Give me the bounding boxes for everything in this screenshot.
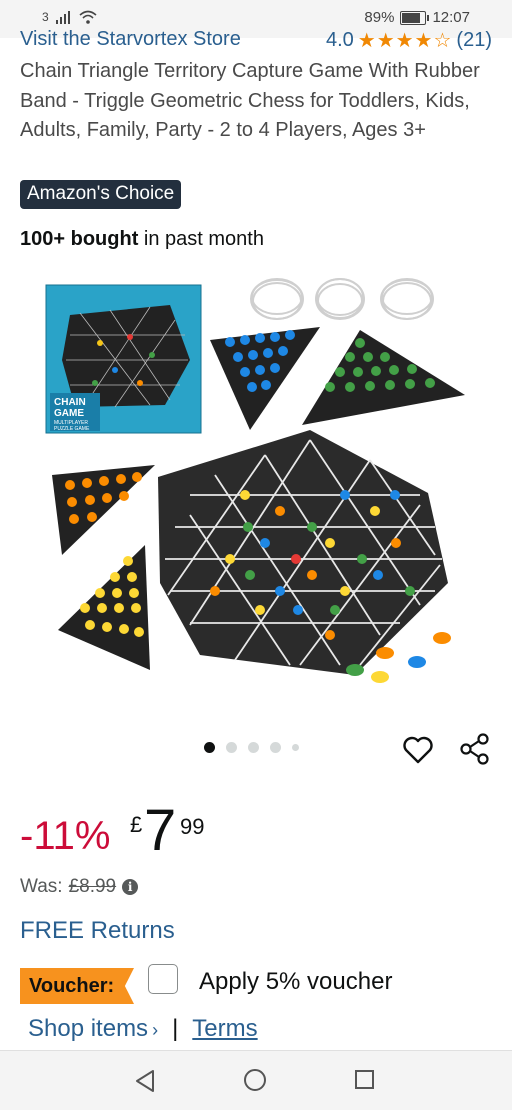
chevron-right-icon: › — [152, 1020, 159, 1040]
price-fraction: 99 — [180, 814, 205, 839]
wishlist-heart-icon[interactable] — [402, 734, 434, 766]
shop-items-link[interactable]: Shop items › — [28, 1015, 158, 1043]
signal-icon — [55, 11, 70, 24]
rating-value: 4.0 — [325, 30, 354, 50]
box-label-4: PUZZLE GAME — [54, 426, 90, 432]
share-icon[interactable] — [458, 732, 492, 766]
pagination-dot-4[interactable] — [270, 742, 281, 753]
carrier-label: 3 — [42, 10, 49, 24]
shop-items-label: Shop items — [28, 1015, 149, 1042]
pagination-dot-2[interactable] — [226, 742, 237, 753]
voucher-tag: Voucher: — [20, 968, 134, 1004]
box-label-2: GAME — [54, 408, 84, 419]
star-rating-icon: ★★★★☆ — [357, 30, 453, 50]
terms-link[interactable]: Terms — [192, 1015, 257, 1043]
was-label: Was: — [20, 876, 63, 897]
wifi-icon — [79, 10, 97, 24]
product-title: Chain Triangle Territory Capture Game Wi… — [20, 60, 480, 141]
link-separator: | — [172, 1015, 179, 1042]
rating-count: (21) — [456, 30, 492, 50]
battery-percent: 89% — [364, 9, 395, 26]
bought-count: 100+ bought in past month — [20, 228, 264, 251]
bought-count-rest: in past month — [138, 228, 264, 250]
price-currency: £ — [130, 812, 143, 837]
home-icon[interactable] — [244, 1069, 266, 1091]
clock: 12:07 — [432, 9, 470, 26]
info-icon[interactable]: i — [122, 879, 139, 895]
pagination-dot-3[interactable] — [248, 742, 259, 753]
rubber-bands — [250, 278, 434, 320]
price-block: -11% £ 7 99 — [20, 800, 490, 870]
battery-icon — [400, 10, 430, 25]
green-pieces-tray — [302, 330, 465, 425]
game-board — [158, 430, 448, 675]
back-icon[interactable] — [134, 1069, 156, 1093]
recent-apps-icon[interactable] — [355, 1070, 374, 1089]
store-rating-row: Visit the Starvortex Store 4.0 ★★★★☆ (21… — [20, 30, 492, 50]
price-whole: 7 — [144, 798, 177, 863]
product-image[interactable]: CHAIN GAME MULTIPLAYER PUZZLE GAME — [40, 265, 480, 695]
store-link[interactable]: Visit the Starvortex Store — [20, 30, 241, 50]
box-label-1: CHAIN — [54, 397, 86, 408]
amazons-choice-badge: Amazon's Choice — [20, 180, 182, 209]
discount-percent: -11% — [20, 814, 111, 858]
pagination-dot-1[interactable] — [204, 742, 215, 753]
free-returns-link[interactable]: FREE Returns — [20, 917, 175, 945]
voucher-checkbox[interactable] — [148, 964, 178, 994]
apply-voucher-label[interactable]: Apply 5% voucher — [199, 968, 392, 996]
game-box-image: CHAIN GAME MULTIPLAYER PUZZLE GAME — [45, 284, 202, 434]
system-nav-bar — [0, 1050, 512, 1110]
was-price: £8.99 — [68, 876, 117, 897]
rating[interactable]: 4.0 ★★★★☆ (21) — [326, 30, 492, 50]
image-pagination[interactable] — [204, 742, 299, 753]
was-price-row: Was: £8.99 i — [20, 876, 139, 898]
voucher-links: Shop items › | Terms — [28, 1015, 258, 1043]
bought-count-bold: 100+ bought — [20, 228, 139, 250]
pagination-dot-5[interactable] — [292, 744, 299, 751]
